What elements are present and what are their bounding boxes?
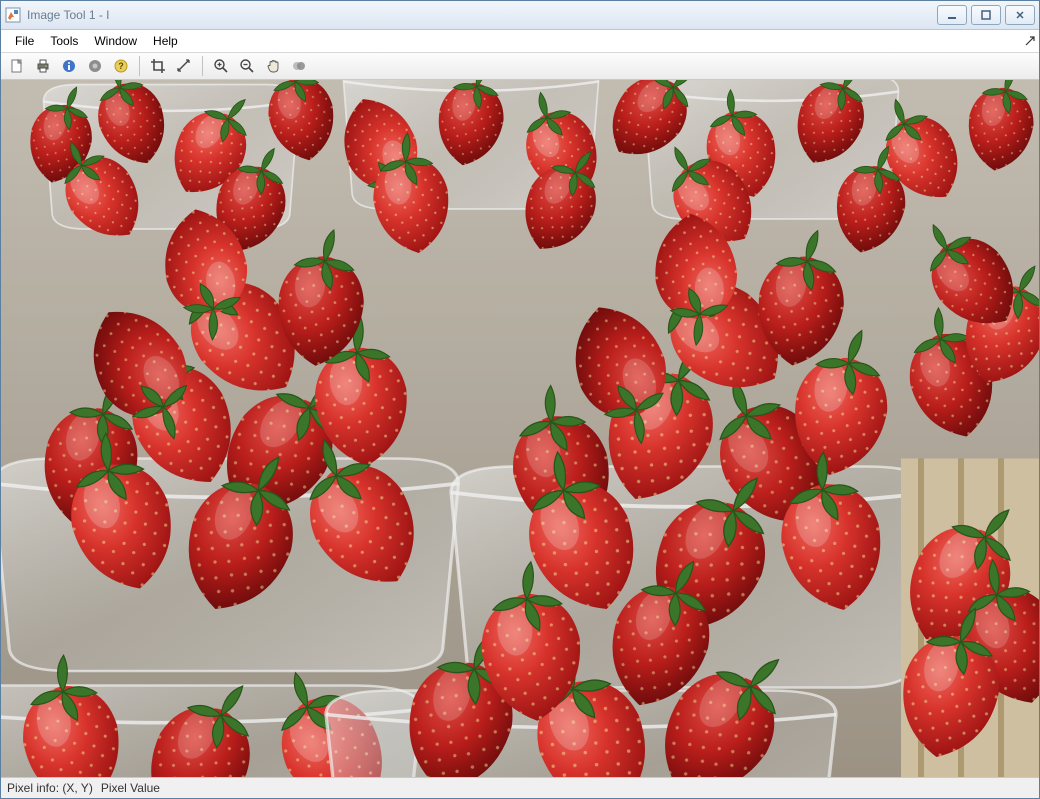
window-title: Image Tool 1 - I [27,8,937,22]
print-icon [35,58,51,74]
toolbar-separator [202,56,203,76]
window-controls [937,5,1035,25]
statusbar: Pixel info: (X, Y) Pixel Value [1,777,1039,798]
distance-button[interactable] [172,54,196,78]
menu-window[interactable]: Window [86,30,145,52]
menu-label: Tools [50,34,78,48]
toolbar: ? [1,53,1039,80]
toolbar-separator [139,56,140,76]
undock-icon [1025,36,1035,46]
new-image-icon [9,58,25,74]
minimize-button[interactable] [937,5,967,25]
menu-label: File [15,34,34,48]
menu-label: Window [94,34,137,48]
print-button[interactable] [31,54,55,78]
new-image-button[interactable] [5,54,29,78]
overview-icon [87,58,103,74]
zoom-out-button[interactable] [235,54,259,78]
svg-text:?: ? [118,61,124,71]
menu-file[interactable]: File [7,30,42,52]
image-canvas[interactable] [1,80,1039,777]
zoom-out-icon [239,58,255,74]
titlebar: Image Tool 1 - I [1,1,1039,30]
zoom-in-button[interactable] [209,54,233,78]
pixel-info-label: Pixel info: (X, Y) [7,781,93,795]
zoom-in-icon [213,58,229,74]
close-button[interactable] [1005,5,1035,25]
help-button[interactable]: ? [109,54,133,78]
distance-icon [176,58,192,74]
pixel-value-label: Pixel Value [101,781,160,795]
pan-icon [265,58,281,74]
undock-button[interactable] [1021,30,1039,52]
app-window: Image Tool 1 - I File Tools Window Help [0,0,1040,799]
displayed-image [1,80,1039,777]
pan-button[interactable] [261,54,285,78]
info-button[interactable] [57,54,81,78]
menubar: File Tools Window Help [1,30,1039,53]
adjust-contrast-icon [291,58,307,74]
crop-icon [150,58,166,74]
menu-help[interactable]: Help [145,30,186,52]
app-icon [5,7,21,23]
menu-tools[interactable]: Tools [42,30,86,52]
menu-label: Help [153,34,178,48]
info-icon [61,58,77,74]
crop-button[interactable] [146,54,170,78]
maximize-button[interactable] [971,5,1001,25]
adjust-contrast-button[interactable] [287,54,311,78]
help-icon: ? [113,58,129,74]
overview-button[interactable] [83,54,107,78]
